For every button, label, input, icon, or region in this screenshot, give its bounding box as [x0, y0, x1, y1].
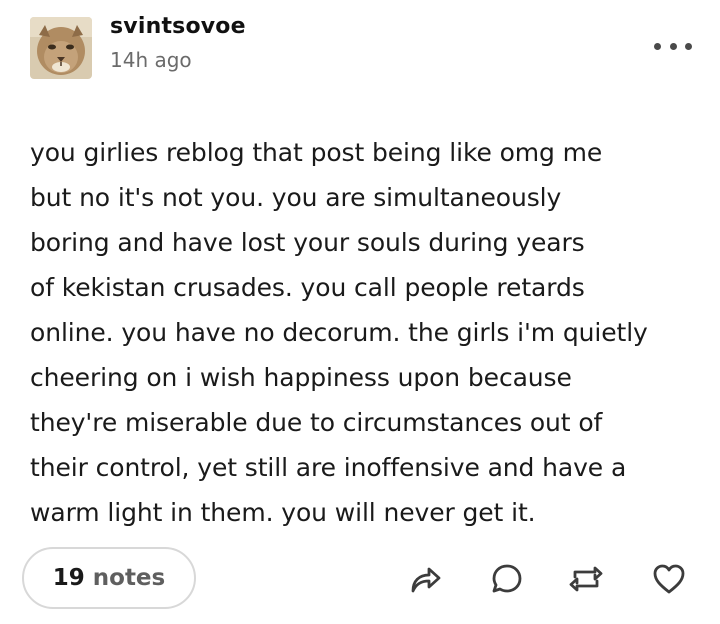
- reblog-button[interactable]: [567, 560, 605, 598]
- heart-icon: [653, 564, 685, 594]
- share-button[interactable]: [406, 560, 444, 598]
- reply-icon: [492, 564, 522, 593]
- post-body-line: of kekistan crusades. you call people re…: [30, 273, 585, 302]
- post-body-line: boring and have lost your souls during y…: [30, 228, 585, 257]
- post-body-line: but no it's not you. you are simultaneou…: [30, 183, 562, 212]
- more-dots-icon: [654, 42, 661, 50]
- avatar[interactable]: [30, 17, 92, 79]
- reply-button[interactable]: [488, 560, 526, 598]
- more-dots-icon: [685, 42, 692, 50]
- post-card: svintsovoe 14h ago you girlies reblog th…: [0, 0, 720, 624]
- more-options-button[interactable]: [654, 36, 692, 56]
- notes-label: notes: [92, 565, 166, 591]
- post-body-line: you girlies reblog that post being like …: [30, 138, 603, 167]
- post-body-line: cheering on i wish happiness upon becaus…: [30, 363, 572, 392]
- post-timestamp[interactable]: 14h ago: [110, 48, 192, 72]
- notes-count: 19: [52, 565, 85, 591]
- post-body-line: online. you have no decorum. the girls i…: [30, 318, 648, 347]
- reblog-icon: [569, 566, 603, 592]
- post-body-line: they're miserable due to circumstances o…: [30, 408, 603, 437]
- cougar-avatar-icon: [30, 17, 92, 79]
- more-dots-icon: [669, 42, 677, 50]
- post-body-text: you girlies reblog that post being like …: [30, 130, 700, 535]
- notes-button[interactable]: 19 notes: [22, 547, 196, 609]
- post-body-line: warm light in them. you will never get i…: [30, 498, 536, 527]
- like-button[interactable]: [650, 560, 688, 598]
- share-icon: [411, 567, 441, 593]
- post-body-line: their control, yet still are inoffensive…: [30, 453, 627, 482]
- username-link[interactable]: svintsovoe: [110, 14, 246, 39]
